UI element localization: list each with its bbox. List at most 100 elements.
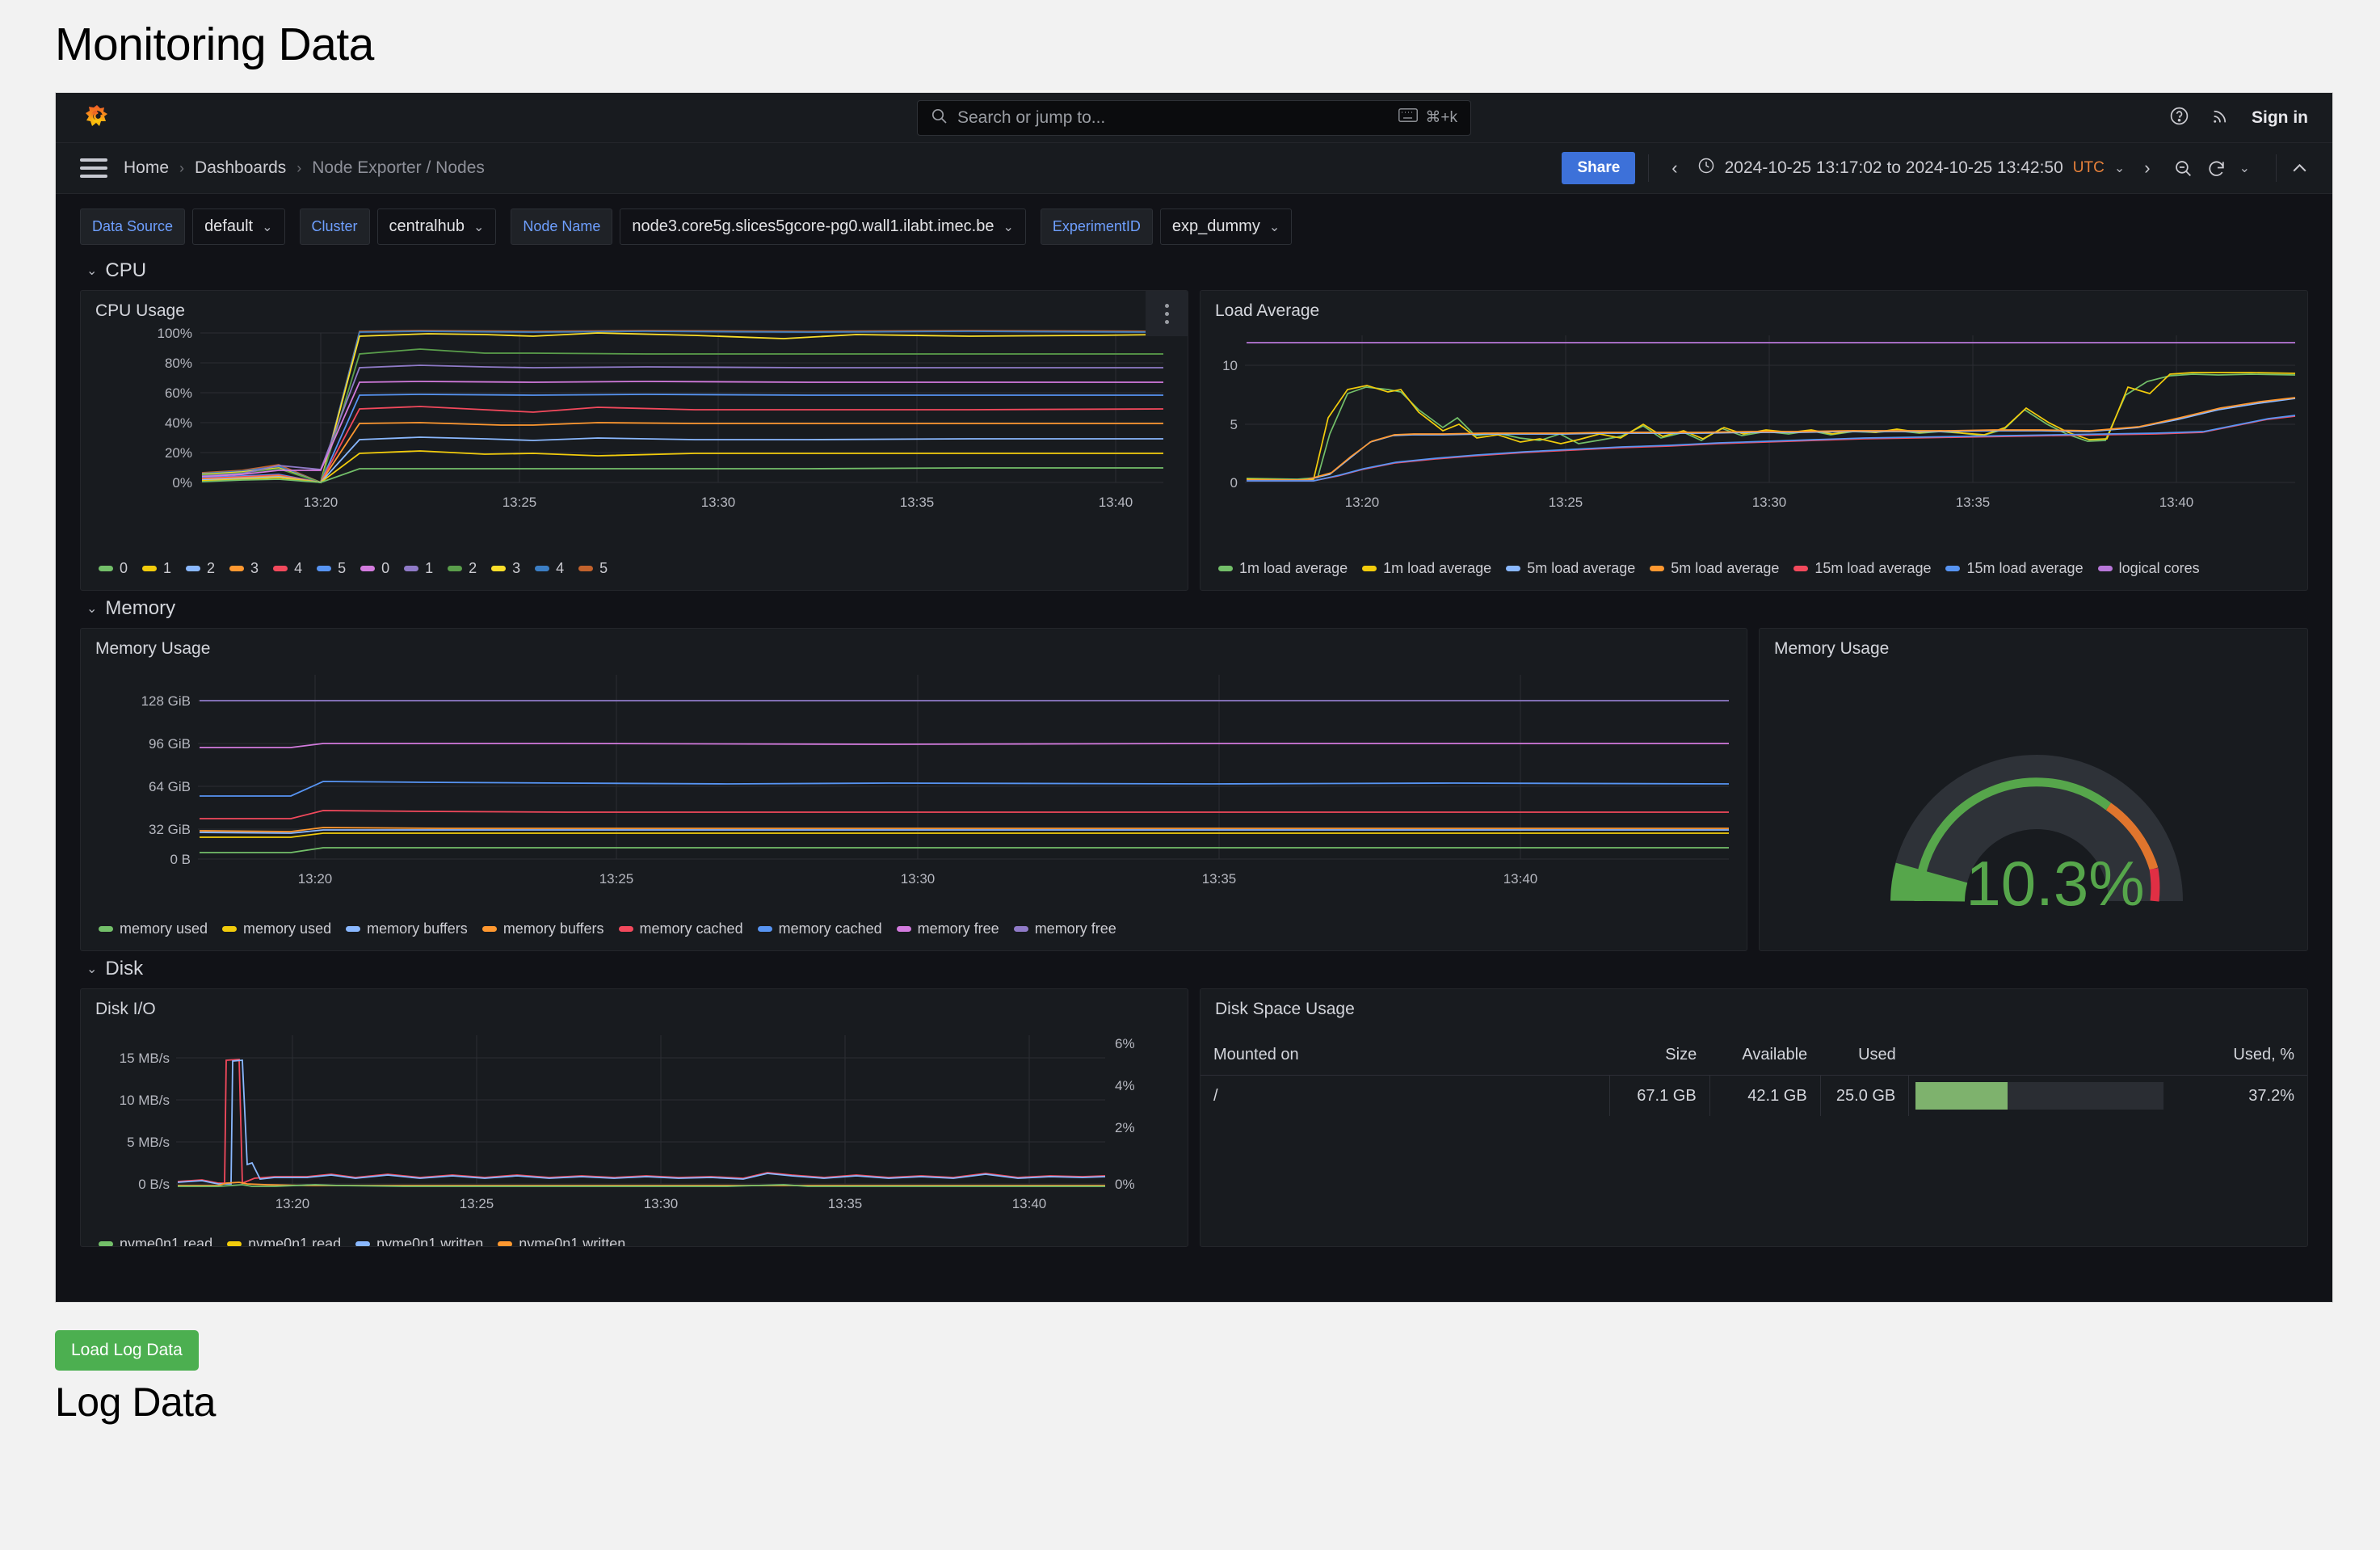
section-header-memory[interactable]: ⌄ Memory	[80, 591, 2308, 628]
rss-icon[interactable]	[2210, 106, 2231, 130]
legend-item: memory used	[222, 920, 331, 937]
panel-title-load-average: Load Average	[1215, 301, 1320, 320]
legend-item: 5	[578, 560, 608, 577]
svg-text:10 MB/s: 10 MB/s	[120, 1093, 170, 1108]
time-range-picker[interactable]: 2024-10-25 13:17:02 to 2024-10-25 13:42:…	[1688, 157, 2135, 179]
page-root: Monitoring Data Search or jump to... ⌘+k…	[0, 0, 2380, 1426]
legend-cpu-usage: 0 1 2 3 4 5 0 1 2 3 4 5	[81, 555, 1188, 577]
cell-size: 67.1 GB	[1609, 1075, 1710, 1116]
panel-title-disk-space-usage: Disk Space Usage	[1215, 1000, 1355, 1018]
variable-text: node3.core5g.slices5gcore-pg0.wall1.ilab…	[632, 217, 994, 235]
variable-value-experiment-id[interactable]: exp_dummy ⌄	[1159, 208, 1293, 245]
svg-text:2%: 2%	[1115, 1120, 1135, 1135]
variable-value-node-name[interactable]: node3.core5g.slices5gcore-pg0.wall1.ilab…	[620, 208, 1026, 245]
legend-label: 2	[207, 560, 216, 576]
search-input[interactable]: Search or jump to... ⌘+k	[917, 99, 1471, 136]
legend-label: nvme0n1 read	[248, 1236, 342, 1247]
panel-title-memory-usage: Memory Usage	[95, 639, 211, 658]
refresh-interval-chevron-down-icon[interactable]: ⌄	[2239, 160, 2250, 176]
panel-memory-usage-gauge: Memory Usage 10.3%	[1758, 628, 2308, 951]
variable-data-source: Data Source default ⌄	[80, 208, 285, 245]
svg-text:60%: 60%	[165, 385, 192, 401]
section-header-cpu[interactable]: ⌄ CPU	[80, 253, 2308, 290]
legend-label: 1m load average	[1383, 560, 1492, 576]
legend-item: 1	[404, 560, 433, 577]
variable-value-cluster[interactable]: centralhub ⌄	[376, 208, 497, 245]
svg-text:13:20: 13:20	[275, 1196, 310, 1211]
legend-item: 15m load average	[1945, 560, 2084, 577]
legend-label: memory buffers	[367, 920, 468, 937]
chart-disk-io: 15 MB/s 10 MB/s 5 MB/s 0 B/s 6% 4% 2% 0% 13:…	[120, 1035, 1135, 1211]
column-header-used-bar[interactable]	[1908, 1035, 2163, 1076]
zoom-out-icon[interactable]	[2173, 158, 2193, 179]
table-header-row: Mounted on Size Available Used Used, %	[1201, 1035, 2307, 1076]
time-shift-back-button[interactable]: ‹	[1662, 158, 1687, 179]
legend-label: memory used	[120, 920, 208, 937]
variable-experiment-id: ExperimentID exp_dummy ⌄	[1040, 208, 1293, 245]
legend-item: nvme0n1 read	[99, 1236, 212, 1246]
legend-item: 5m load average	[1506, 560, 1635, 577]
panel-row-cpu: CPU Usage 100% 80% 60% 40% 20% 0% 13:20 …	[80, 290, 2308, 591]
column-header-size[interactable]: Size	[1609, 1035, 1710, 1076]
legend-item: memory free	[1013, 920, 1116, 937]
legend-label: 1	[163, 560, 172, 576]
panel-menu-icon[interactable]	[1146, 291, 1188, 336]
refresh-icon[interactable]	[2206, 158, 2227, 179]
legend-item: 15m load average	[1793, 560, 1931, 577]
legend-item: 4	[535, 560, 564, 577]
svg-text:6%: 6%	[1115, 1036, 1135, 1051]
time-shift-forward-button[interactable]: ›	[2134, 158, 2159, 179]
hamburger-menu-icon[interactable]	[80, 158, 107, 178]
chevron-down-icon: ⌄	[86, 602, 98, 616]
section-title-cpu: CPU	[105, 259, 147, 281]
cell-mounted-on: /	[1201, 1075, 1611, 1116]
legend-label: 5	[338, 560, 347, 576]
search-icon	[931, 107, 948, 128]
legend-label: 1	[425, 560, 434, 576]
svg-text:20%: 20%	[165, 445, 192, 461]
help-circle-icon[interactable]	[2169, 106, 2189, 130]
breadcrumb-item-home[interactable]: Home	[124, 158, 169, 178]
section-header-disk[interactable]: ⌄ Disk	[80, 951, 2308, 988]
column-header-mounted-on[interactable]: Mounted on	[1201, 1035, 1610, 1076]
variable-node-name: Node Name node3.core5g.slices5gcore-pg0.…	[511, 208, 1026, 245]
chart-load-average: 10 5 0 13:20 13:25 13:30 13:35 13:40	[1222, 335, 2296, 510]
chevron-up-icon[interactable]	[2290, 158, 2310, 179]
legend-label: 4	[556, 560, 565, 576]
legend-label: memory buffers	[502, 920, 604, 937]
keyboard-icon	[1398, 108, 1419, 127]
table-row[interactable]: / 67.1 GB 42.1 GB 25.0 GB 37.2%	[1201, 1075, 2307, 1116]
column-header-used[interactable]: Used	[1820, 1035, 1909, 1076]
column-header-used-percent[interactable]: Used, %	[2163, 1035, 2307, 1076]
chevron-down-icon[interactable]: ⌄	[2114, 160, 2125, 176]
time-range-text: 2024-10-25 13:17:02 to 2024-10-25 13:42:…	[1724, 158, 2063, 177]
svg-text:128 GiB: 128 GiB	[141, 693, 191, 709]
breadcrumb-item-dashboards[interactable]: Dashboards	[195, 158, 286, 178]
svg-text:40%: 40%	[165, 415, 192, 431]
timezone-label: UTC	[2072, 159, 2105, 176]
variable-label-data-source: Data Source	[80, 208, 186, 245]
usage-bar-track	[1915, 1082, 2163, 1110]
legend-item: 0	[360, 560, 389, 577]
share-button[interactable]: Share	[1562, 152, 1636, 184]
chevron-down-icon: ⌄	[86, 264, 98, 278]
variable-text: centralhub	[389, 217, 465, 235]
legend-label: nvme0n1 written	[519, 1236, 626, 1247]
breadcrumb: Home › Dashboards › Node Exporter / Node…	[124, 158, 485, 178]
column-header-available[interactable]: Available	[1709, 1035, 1821, 1076]
gauge-value-text: 10.3%	[1966, 848, 2144, 919]
svg-text:4%: 4%	[1115, 1078, 1135, 1093]
legend-label: memory free	[1034, 920, 1116, 937]
legend-label: 5m load average	[1527, 560, 1636, 576]
log-data-title: Log Data	[55, 1379, 216, 1425]
load-log-data-button[interactable]: Load Log Data	[55, 1330, 199, 1371]
sign-in-link[interactable]: Sign in	[2252, 108, 2308, 128]
legend-label: 4	[294, 560, 303, 576]
variable-value-data-source[interactable]: default ⌄	[192, 208, 285, 245]
svg-text:13:20: 13:20	[1345, 495, 1380, 510]
cell-used-percent: 37.2%	[2248, 1086, 2294, 1105]
clock-icon	[1697, 157, 1715, 179]
legend-item: memory cached	[757, 920, 882, 937]
grafana-logo-icon[interactable]	[82, 103, 111, 133]
svg-text:10: 10	[1222, 358, 1238, 373]
